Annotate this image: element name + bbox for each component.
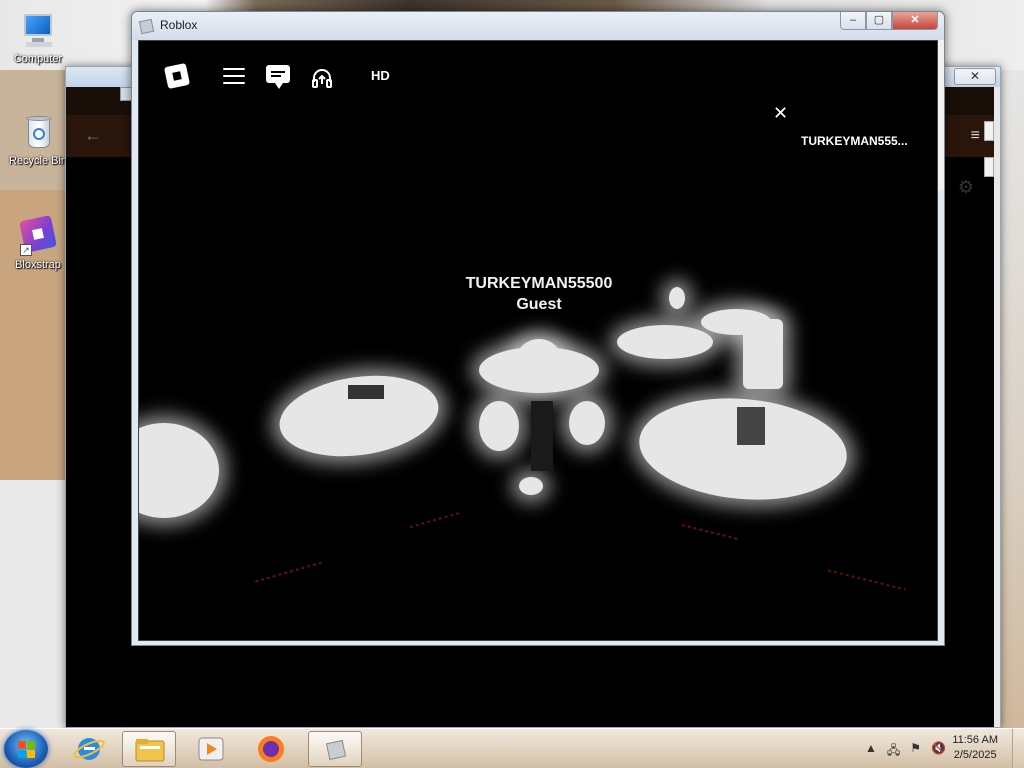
player-nametag: TURKEYMAN55500 Guest <box>439 275 639 314</box>
folder-icon <box>135 739 165 762</box>
headphones-icon[interactable] <box>311 67 333 89</box>
glow-blob <box>274 366 444 466</box>
glow-blob <box>519 477 543 495</box>
roblox-window[interactable]: Roblox – ▢ ✕ HD ✕ TURKEYMAN555... TURKEY… <box>131 11 945 646</box>
media-player-icon <box>198 737 224 761</box>
floor-streak <box>255 561 323 583</box>
taskbar: ▲ 🖧 ⚑ 🔇 11:56 AM 2/5/2025 <box>0 728 1024 768</box>
desktop-icon-label: Bloxstrap <box>15 259 61 271</box>
taskbar-media-player[interactable] <box>184 731 238 767</box>
maximize-button[interactable]: ▢ <box>866 12 892 30</box>
taskbar-windows-explorer[interactable] <box>122 731 176 767</box>
desktop-icon-label: Recycle Bin <box>8 155 68 167</box>
game-viewport[interactable]: HD ✕ TURKEYMAN555... TURKEYMAN55500 Gues… <box>138 40 938 641</box>
scene-object <box>348 385 384 399</box>
window-title: Roblox <box>160 18 198 32</box>
desktop-icon-label: Computer <box>13 53 63 65</box>
roblox-menu-logo-icon[interactable] <box>163 62 191 90</box>
shortcut-arrow-icon: ↗ <box>20 244 32 256</box>
floor-streak <box>409 511 461 529</box>
close-button[interactable]: ✕ <box>892 12 938 30</box>
desktop-icon-recycle-bin[interactable]: Recycle Bin <box>6 112 70 167</box>
background-window-close-button[interactable]: ✕ <box>954 68 996 85</box>
roblox-logo-icon <box>138 18 155 35</box>
side-tool-button[interactable] <box>984 157 994 177</box>
window-controls: – ▢ ✕ <box>840 12 938 30</box>
roblox-icon <box>325 739 347 761</box>
bloxstrap-icon: ↗ <box>18 215 58 256</box>
player-list-entry[interactable]: TURKEYMAN555... <box>801 134 908 148</box>
hd-toggle-button[interactable]: HD <box>371 68 390 83</box>
glow-blob <box>569 401 605 445</box>
scene-object <box>737 407 765 445</box>
glow-blob <box>479 401 519 451</box>
system-tray: ▲ 🖧 ⚑ 🔇 <box>865 741 946 762</box>
recycle-bin-icon <box>18 112 58 152</box>
player-name: TURKEYMAN55500 <box>465 275 613 292</box>
minimize-button[interactable]: – <box>840 12 866 30</box>
floor-streak <box>827 569 907 591</box>
hamburger-menu-icon[interactable] <box>223 68 245 84</box>
taskbar-roblox[interactable] <box>308 731 362 767</box>
internet-explorer-icon <box>73 738 105 760</box>
player-rank: Guest <box>516 296 562 313</box>
side-tool-button[interactable] <box>984 121 994 141</box>
glow-blob <box>743 319 783 389</box>
show-desktop-button[interactable] <box>1012 729 1024 768</box>
roblox-window-titlebar[interactable]: Roblox – ▢ ✕ <box>132 12 944 40</box>
background-window-scroll-edge <box>994 87 1000 727</box>
network-icon[interactable]: 🖧 <box>887 741 900 762</box>
desktop-icon-bloxstrap[interactable]: ↗ Bloxstrap <box>6 215 70 271</box>
show-hidden-icons-icon[interactable]: ▲ <box>865 741 877 762</box>
back-arrow-icon[interactable]: ← <box>84 125 102 146</box>
firefox-icon <box>258 736 284 762</box>
clock-time: 11:56 AM <box>952 734 998 746</box>
taskbar-clock[interactable]: 11:56 AM 2/5/2025 <box>952 733 998 763</box>
volume-muted-icon[interactable]: 🔇 <box>931 741 946 762</box>
floor-streak <box>681 524 739 540</box>
roblox-window-side-strip <box>938 40 944 190</box>
computer-icon <box>18 10 58 50</box>
wallpaper-left-bottom <box>0 480 70 730</box>
game-topbar: HD <box>139 41 937 101</box>
glow-blob <box>617 325 713 359</box>
taskbar-internet-explorer[interactable] <box>62 731 116 767</box>
action-center-flag-icon[interactable]: ⚑ <box>910 741 921 762</box>
glow-blob <box>669 287 685 309</box>
hamburger-menu-icon[interactable]: ≡ <box>971 127 980 145</box>
close-leaderboard-icon[interactable]: ✕ <box>773 103 788 124</box>
glow-blob <box>139 423 219 518</box>
chat-icon[interactable] <box>266 65 290 89</box>
taskbar-firefox[interactable] <box>244 731 298 767</box>
avatar-silhouette <box>531 401 553 471</box>
start-button[interactable] <box>4 730 48 768</box>
clock-date: 2/5/2025 <box>953 749 997 761</box>
glow-blob <box>515 339 563 387</box>
gear-icon[interactable]: ⚙ <box>958 177 974 198</box>
desktop-icon-computer[interactable]: Computer <box>6 10 70 65</box>
